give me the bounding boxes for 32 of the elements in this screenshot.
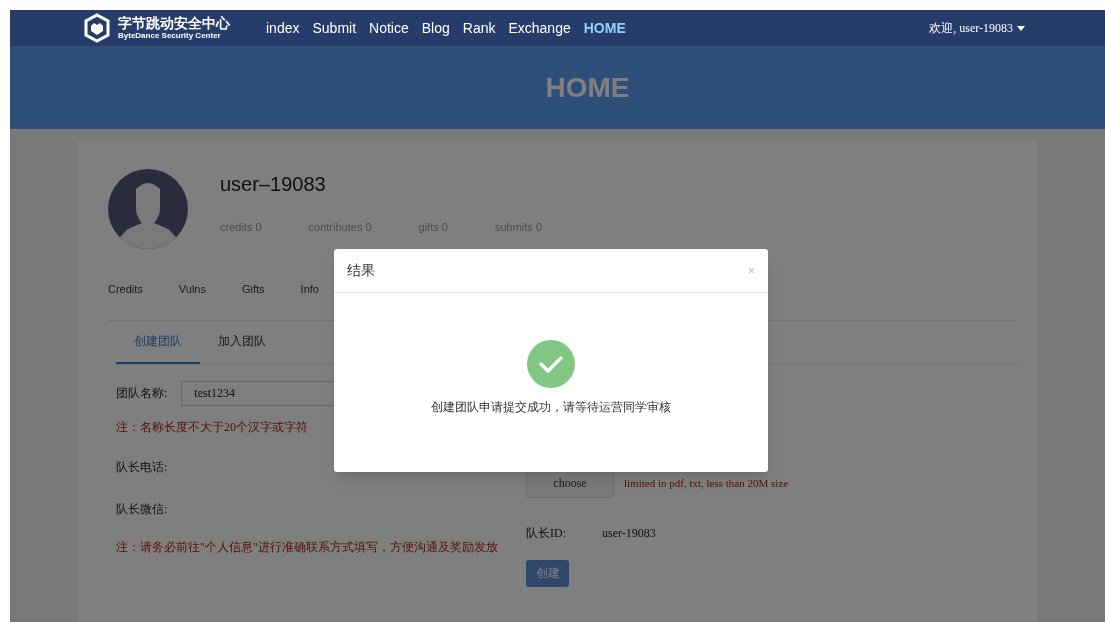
nav-link[interactable]: Notice [369,17,409,39]
logo-subtitle: ByteDance Security Center [118,32,222,40]
caret-icon [1017,25,1025,31]
banner-title: HOME [545,70,630,105]
nav-link[interactable]: Exchange [508,17,571,39]
dialog-message: 创建团队申请提交成功，请等待运营同学审核 [431,399,671,416]
logo-icon [84,13,110,43]
team-tab[interactable]: 加入团队 [200,320,284,364]
leader-id: user-19083 [602,524,656,542]
username: user–19083 [220,172,327,197]
profile-tab[interactable]: Credits [108,281,143,298]
contact-note: 注：请务必前往"个人信息"进行准确联系方式填写，方便沟通及奖励发放 [116,538,499,556]
dialog-title: 结果 [347,262,375,280]
nav-link[interactable]: Submit [312,17,357,39]
field-label: 队长电话: [116,458,169,476]
nav-link[interactable]: HOME [583,17,626,39]
field-label: 队长ID: [526,524,567,542]
logo-title: 字节跳动安全中心 [118,16,230,30]
profile-tab[interactable]: Gifts [241,281,265,298]
file-note: limited in pdf, txt, less than 20M size [624,475,789,491]
create-button[interactable]: 创建 [526,559,569,587]
field-label: 团队名称: [116,385,168,402]
nav-link[interactable]: index [266,17,300,39]
field-label: 队长微信: [116,500,169,518]
user-menu[interactable]: 欢迎, user-19083 [929,19,1025,37]
name-note: 注：名称长度不大于20个汉字或字符 [116,418,309,436]
nav-link[interactable]: Rank [462,17,496,39]
team-tab[interactable]: 创建团队 [116,320,200,364]
profile-tab[interactable]: Info [300,281,319,298]
profile-tab[interactable]: Vulns [178,281,206,298]
success-icon [527,340,575,388]
nav-link[interactable]: Blog [421,17,450,39]
